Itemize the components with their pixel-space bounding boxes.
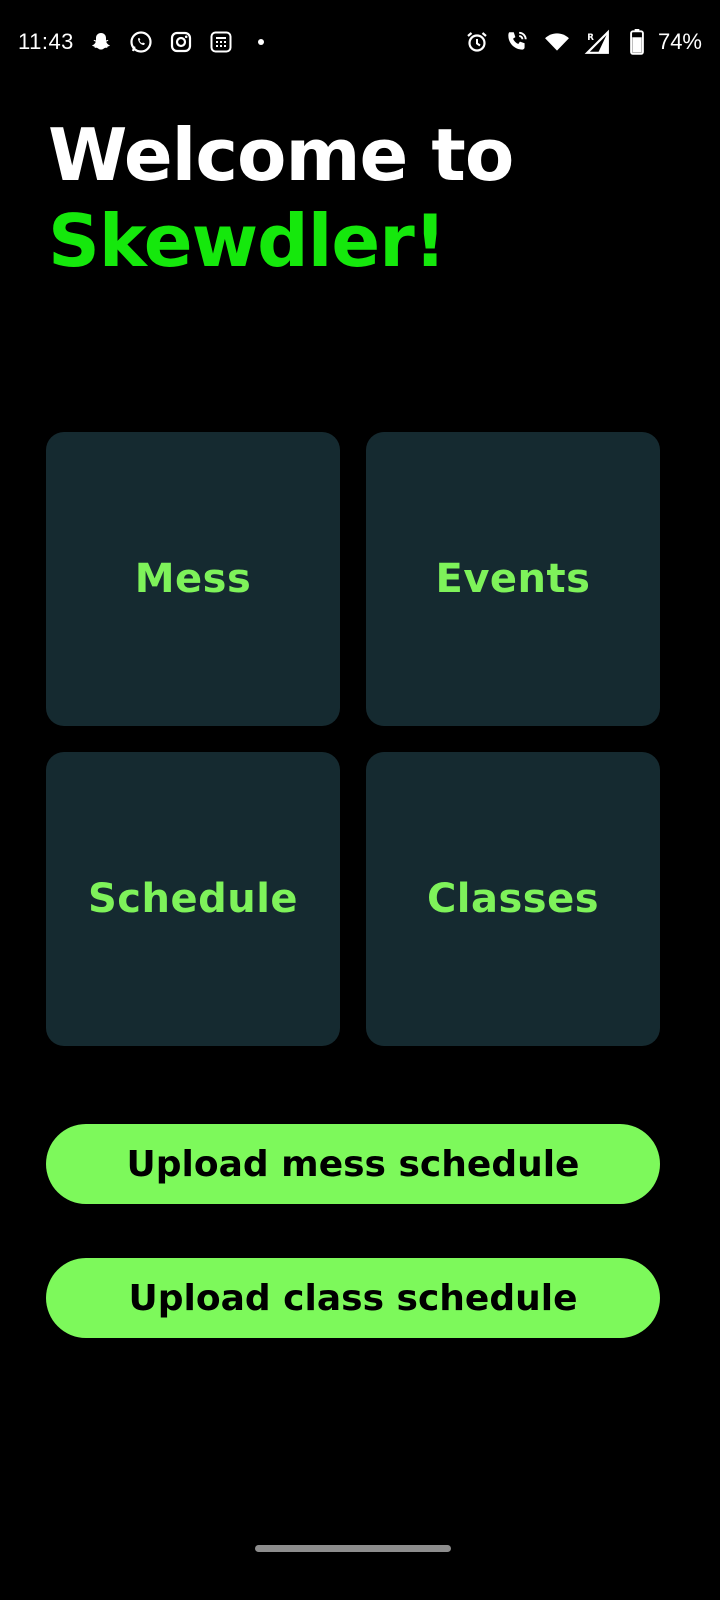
welcome-title: Welcome to Skewdler! <box>48 112 514 284</box>
schedule-tile-label: Schedule <box>87 876 299 922</box>
svg-text:R: R <box>587 33 594 43</box>
wifi-icon <box>544 29 570 55</box>
classes-tile[interactable]: Classes <box>366 752 660 1046</box>
upload-class-schedule-button[interactable]: Upload class schedule <box>46 1258 660 1338</box>
mess-tile[interactable]: Mess <box>46 432 340 726</box>
events-tile-label: Events <box>435 556 591 602</box>
wifi-calling-icon <box>504 29 530 55</box>
events-tile[interactable]: Events <box>366 432 660 726</box>
welcome-title-line1: Welcome to <box>48 113 514 197</box>
status-bar-right: R 74% <box>464 29 702 55</box>
status-bar-left: 11:43 <box>18 29 264 55</box>
app-name-title: Skewdler! <box>48 199 447 283</box>
notification-dot-icon <box>257 39 264 45</box>
battery-icon <box>624 29 650 55</box>
status-bar: 11:43 R 74% <box>0 0 720 84</box>
classes-tile-label: Classes <box>426 876 600 922</box>
snapchat-icon <box>88 29 114 55</box>
upload-mess-schedule-label: Upload mess schedule <box>126 1143 580 1185</box>
app-screen: 11:43 R 74% Welcome to Skewdler! Mess Ev… <box>0 0 720 1600</box>
whatsapp-icon <box>128 29 154 55</box>
alarm-icon <box>464 29 490 55</box>
calculator-app-icon <box>208 29 234 55</box>
battery-percentage: 74% <box>657 29 702 54</box>
schedule-tile[interactable]: Schedule <box>46 752 340 1046</box>
home-gesture-bar[interactable] <box>255 1545 451 1552</box>
upload-class-schedule-label: Upload class schedule <box>128 1277 578 1319</box>
instagram-icon <box>168 29 194 55</box>
mess-tile-label: Mess <box>134 556 252 602</box>
signal-roaming-icon: R <box>584 29 610 55</box>
status-time: 11:43 <box>18 29 74 54</box>
upload-mess-schedule-button[interactable]: Upload mess schedule <box>46 1124 660 1204</box>
